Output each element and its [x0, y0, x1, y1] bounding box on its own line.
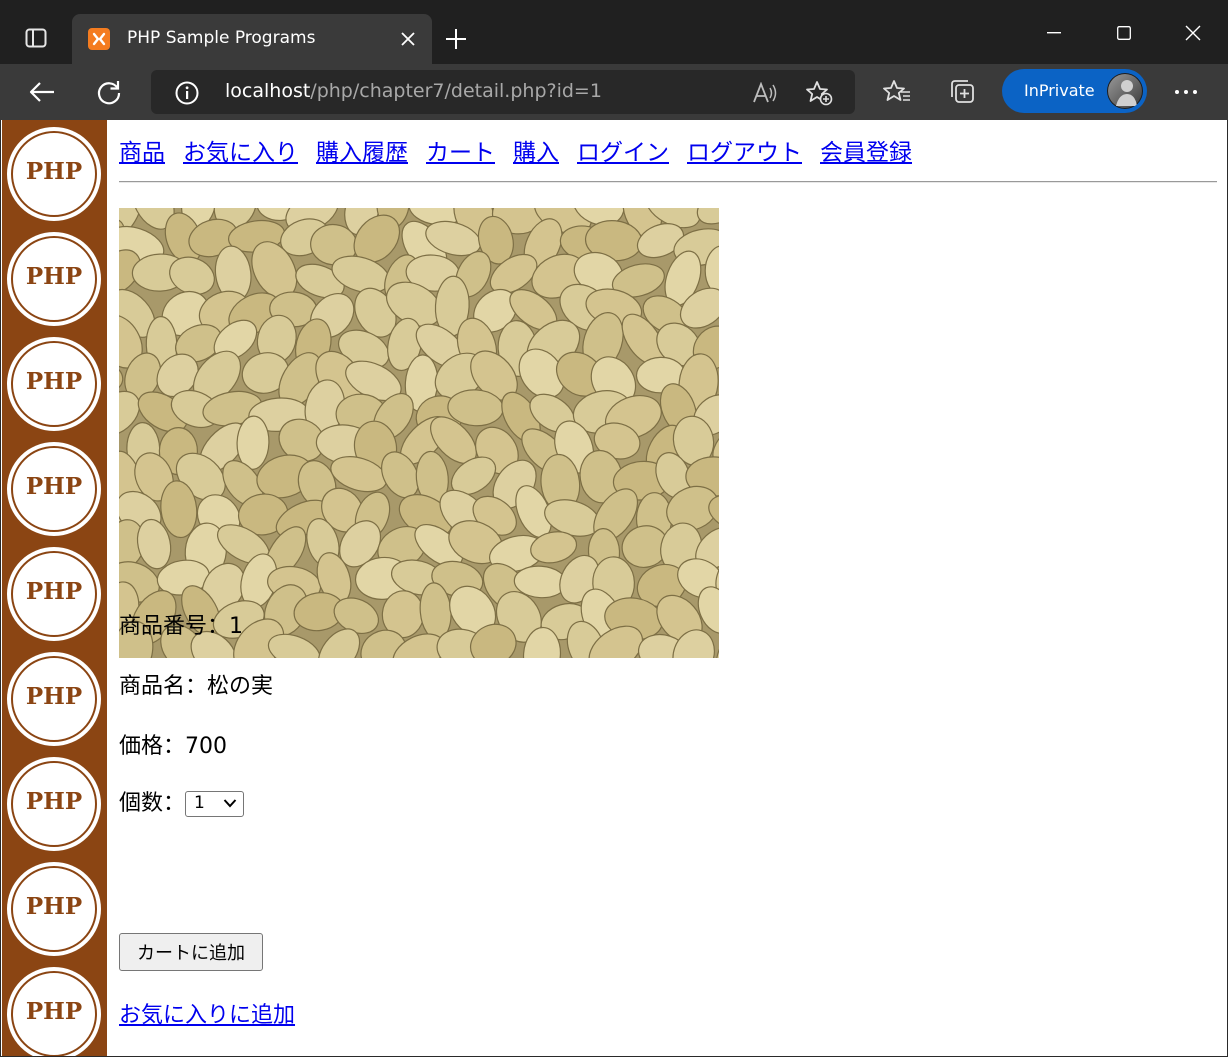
browser-toolbar: localhost/php/chapter7/detail.php?id=1 I… — [0, 64, 1228, 120]
php-logo: PHP — [7, 127, 101, 221]
xampp-favicon-icon — [88, 28, 110, 50]
star-add-icon — [806, 81, 833, 106]
php-logo: PHP — [7, 967, 101, 1056]
minimize-icon — [1047, 32, 1061, 34]
tab-actions-icon — [25, 28, 47, 48]
product-price-value: 700 — [185, 734, 228, 759]
site-nav: 商品 お気に入り 購入履歴 カート 購入 ログイン ログアウト 会員登録 — [119, 133, 930, 167]
nav-link-register[interactable]: 会員登録 — [820, 140, 912, 166]
inprivate-profile-button[interactable]: InPrivate — [1002, 69, 1147, 113]
add-to-cart-button[interactable]: カートに追加 — [119, 933, 263, 971]
nav-link-history[interactable]: 購入履歴 — [316, 140, 408, 166]
nav-link-favorites[interactable]: お気に入り — [183, 140, 298, 166]
profile-avatar-icon — [1107, 73, 1143, 109]
browser-tab[interactable]: PHP Sample Programs — [72, 14, 432, 64]
close-icon — [401, 32, 415, 46]
close-window-button[interactable] — [1170, 18, 1216, 48]
site-info-icon — [175, 81, 199, 105]
maximize-icon — [1117, 26, 1131, 40]
favorites-button[interactable] — [877, 74, 917, 110]
collections-button[interactable] — [943, 74, 983, 110]
read-aloud-icon — [753, 82, 777, 103]
tab-title: PHP Sample Programs — [127, 28, 316, 48]
php-logo: PHP — [7, 232, 101, 326]
inprivate-label: InPrivate — [1024, 81, 1095, 100]
refresh-icon — [97, 81, 121, 105]
php-logo: PHP — [7, 337, 101, 431]
chevron-down-icon — [223, 799, 237, 808]
php-logo: PHP — [7, 547, 101, 641]
maximize-button[interactable] — [1101, 18, 1147, 48]
nav-link-products[interactable]: 商品 — [119, 140, 165, 166]
quantity-select[interactable]: 1 — [185, 791, 245, 817]
product-id-value: 1 — [229, 614, 244, 639]
more-icon — [1175, 90, 1197, 94]
product-name-value: 松の実 — [207, 674, 274, 699]
php-logo: PHP — [7, 757, 101, 851]
collections-icon — [951, 80, 974, 103]
product-id-label: 商品番号： — [119, 614, 230, 639]
new-tab-button[interactable] — [440, 24, 472, 54]
main-content: 商品 お気に入り 購入履歴 カート 購入 ログイン ログアウト 会員登録 商品番号：1 商品名… — [119, 120, 1217, 1056]
add-to-favorites-link[interactable]: お気に入りに追加 — [119, 997, 295, 1029]
url-path: /php/chapter7/detail.php?id=1 — [310, 80, 602, 102]
php-logo: PHP — [7, 442, 101, 536]
product-name-label: 商品名： — [119, 674, 208, 699]
nav-link-cart[interactable]: カート — [426, 140, 495, 166]
php-logo: PHP — [7, 862, 101, 956]
tab-actions-button[interactable] — [14, 20, 58, 56]
product-id-line: 商品番号：1 — [119, 608, 243, 640]
url-host: localhost — [225, 80, 311, 102]
back-arrow-icon — [29, 82, 54, 102]
favorites-icon — [883, 80, 910, 101]
product-name-line: 商品名：松の実 — [119, 668, 273, 700]
nav-link-purchase[interactable]: 購入 — [513, 140, 559, 166]
nav-link-login[interactable]: ログイン — [577, 140, 669, 166]
tab-close-button[interactable] — [398, 29, 418, 49]
url-text[interactable]: localhost/php/chapter7/detail.php?id=1 — [225, 80, 602, 102]
address-bar[interactable]: localhost/php/chapter7/detail.php?id=1 — [151, 70, 855, 114]
read-aloud-button[interactable] — [751, 80, 779, 106]
settings-more-button[interactable] — [1166, 74, 1206, 110]
browser-titlebar: PHP Sample Programs — [0, 0, 1228, 64]
back-button[interactable] — [22, 74, 62, 110]
php-logo: PHP — [7, 652, 101, 746]
sidebar-logo-strip: PHP PHP PHP PHP PHP PHP PHP PHP PHP — [2, 120, 107, 1056]
product-image — [119, 208, 719, 658]
close-icon — [1185, 25, 1201, 41]
quantity-label: 個数： — [119, 791, 186, 816]
page-viewport: PHP PHP PHP PHP PHP PHP PHP PHP PHP 商品 お気… — [0, 120, 1228, 1057]
product-price-label: 価格： — [119, 734, 186, 759]
refresh-button[interactable] — [89, 74, 129, 110]
nav-link-logout[interactable]: ログアウト — [687, 140, 802, 166]
product-price-line: 価格：700 — [119, 728, 227, 760]
nav-divider — [119, 181, 1217, 183]
add-favorite-button[interactable] — [805, 80, 833, 106]
plus-icon — [446, 29, 466, 49]
quantity-line: 個数： 1 — [119, 785, 245, 817]
minimize-button[interactable] — [1031, 18, 1077, 48]
quantity-selected-value: 1 — [194, 793, 205, 813]
